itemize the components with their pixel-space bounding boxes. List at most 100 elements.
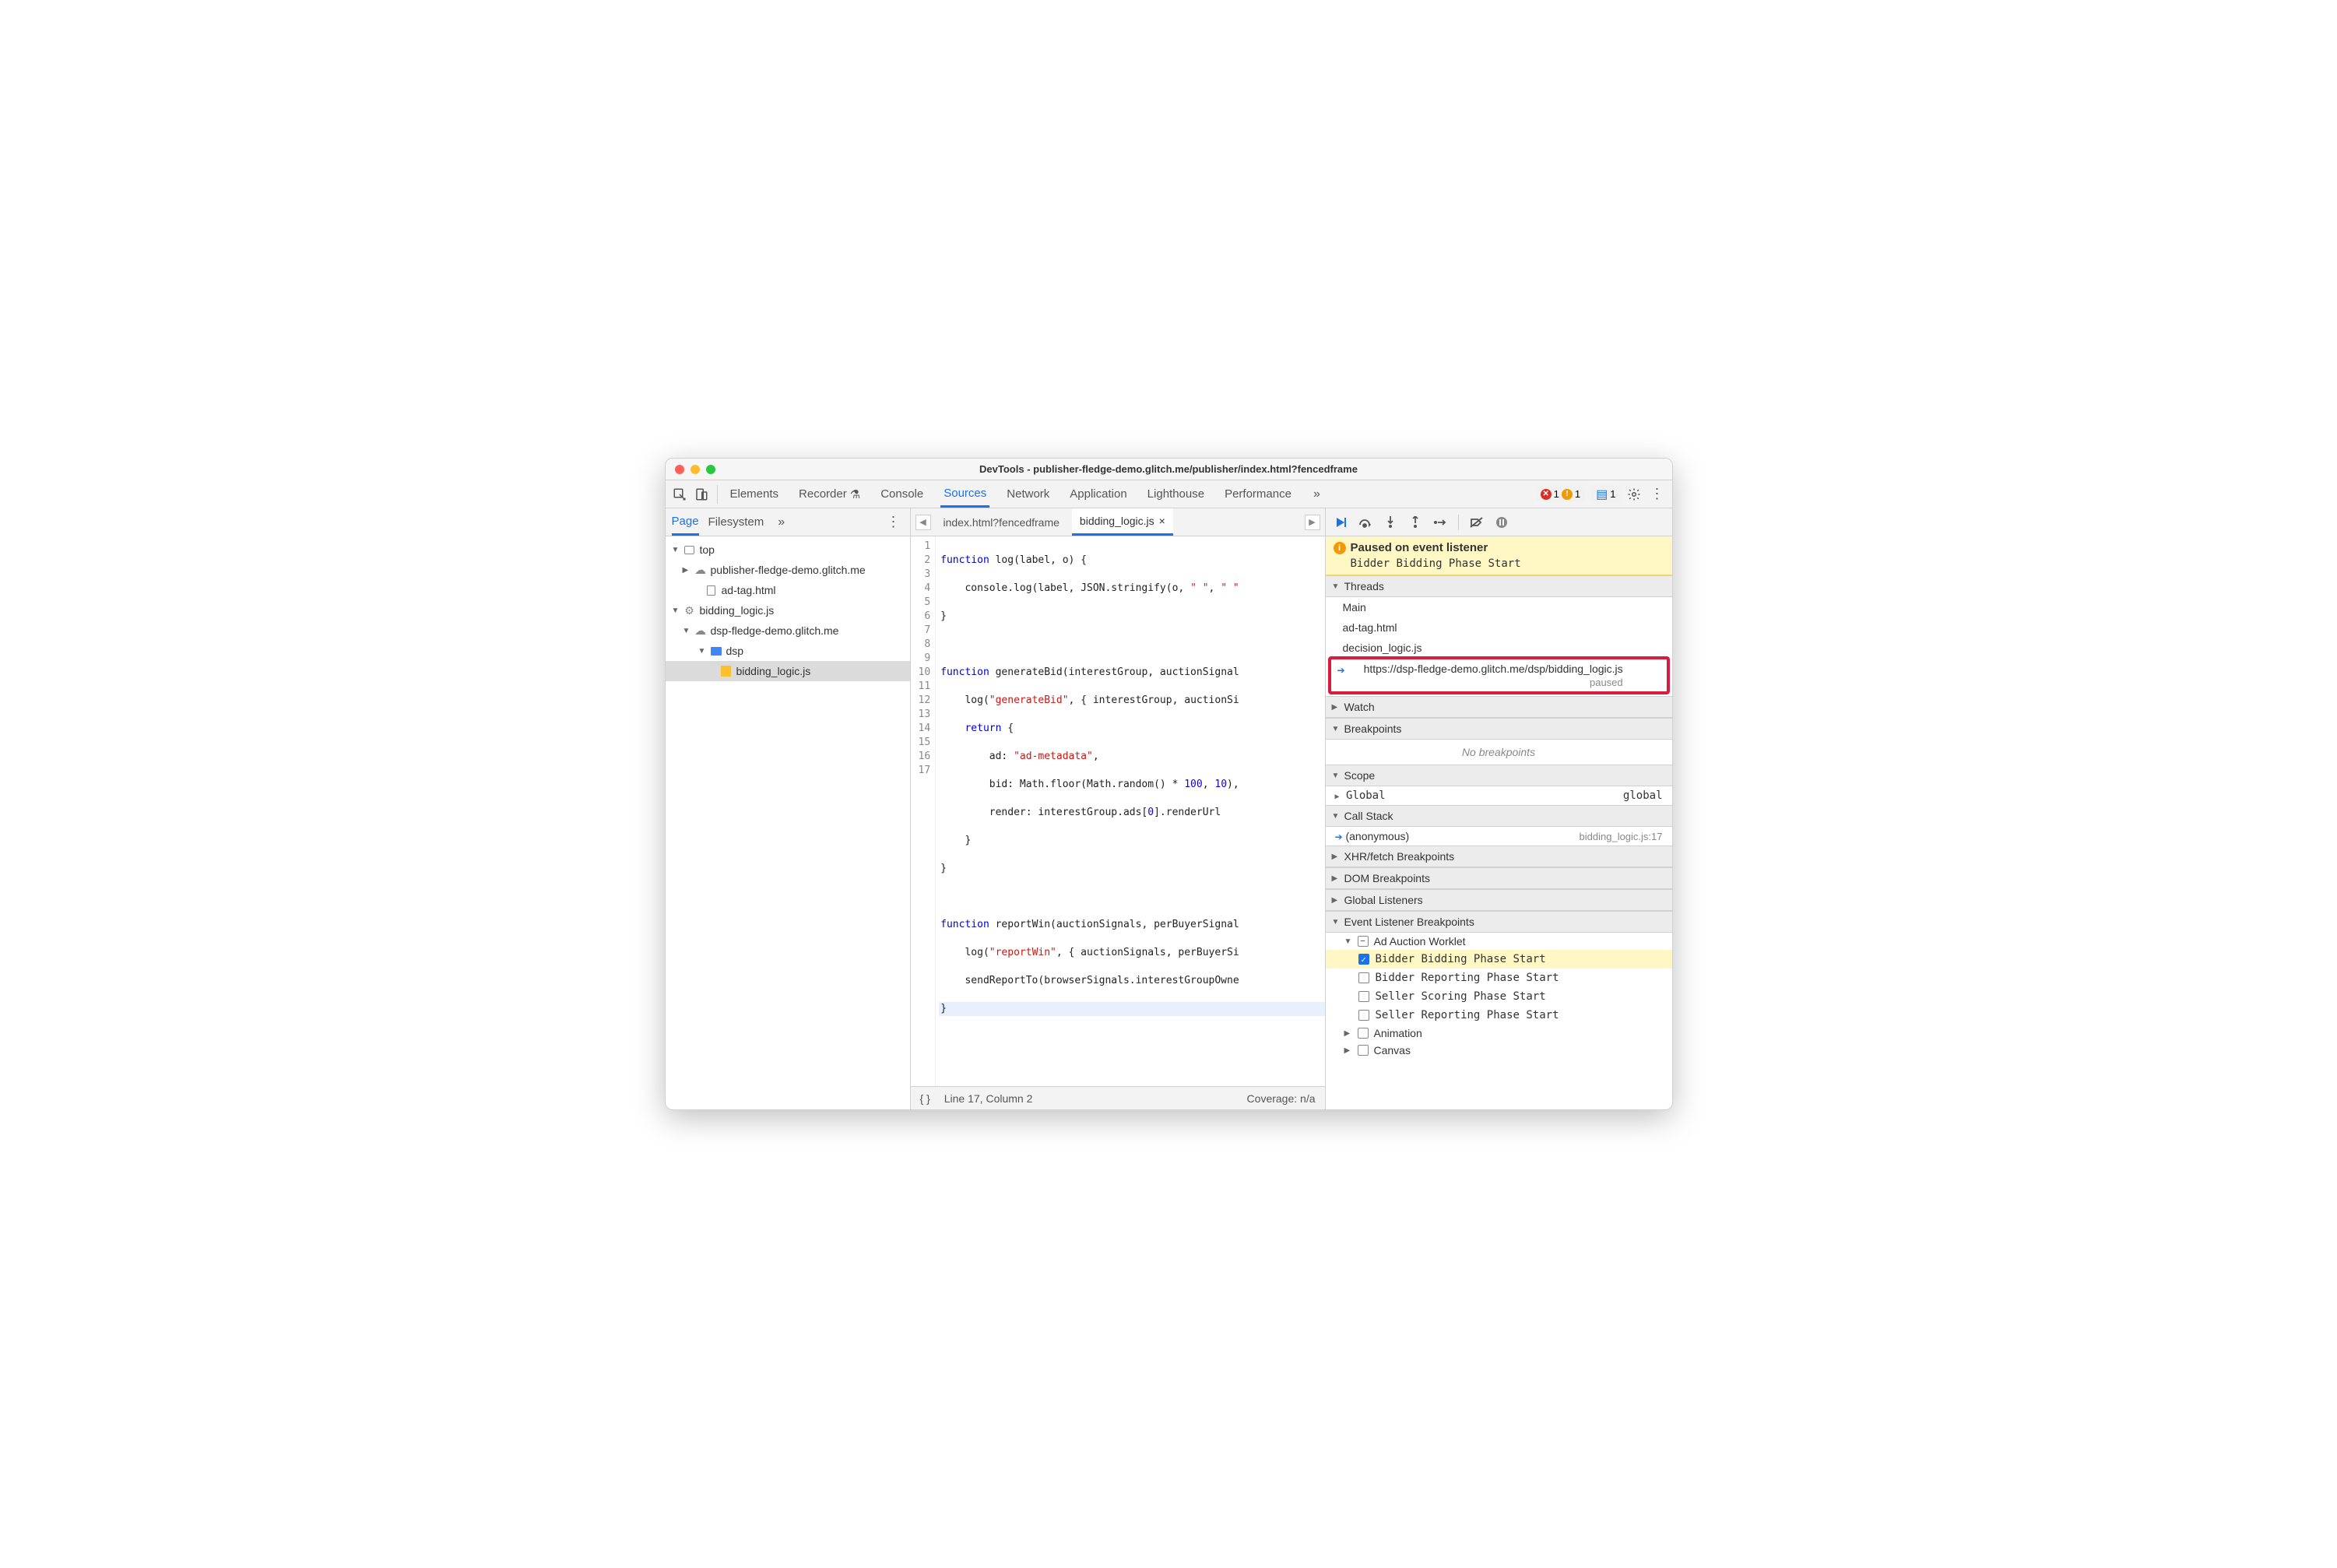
nav-forward-button[interactable]: ▶ xyxy=(1305,515,1320,530)
section-watch[interactable]: ▶Watch xyxy=(1326,696,1672,718)
tree-dsp-origin[interactable]: ▼☁dsp-fledge-demo.glitch.me xyxy=(666,621,910,641)
twisty-icon[interactable]: ▼ xyxy=(698,647,706,656)
code-editor[interactable]: 1234567891011121314151617 function log(l… xyxy=(911,536,1325,1086)
paused-reason: Bidder Bidding Phase Start xyxy=(1334,557,1664,570)
deactivate-breakpoints-button[interactable] xyxy=(1468,514,1485,531)
section-dom-breakpoints[interactable]: ▶DOM Breakpoints xyxy=(1326,867,1672,889)
twisty-icon[interactable]: ▼ xyxy=(683,627,691,635)
tab-lighthouse[interactable]: Lighthouse xyxy=(1144,480,1207,508)
chevron-down-icon: ▼ xyxy=(1344,937,1352,946)
kebab-menu-icon[interactable]: ⋮ xyxy=(1647,486,1668,502)
tree-bidding-file[interactable]: bidding_logic.js xyxy=(666,661,910,681)
navigator-tab-page[interactable]: Page xyxy=(672,508,699,536)
inspect-element-icon[interactable] xyxy=(670,485,689,504)
callstack-frame[interactable]: ➔ (anonymous) bidding_logic.js:17 xyxy=(1326,827,1672,846)
chevron-down-icon: ▼ xyxy=(1332,772,1340,780)
checkbox-checked[interactable]: ✓ xyxy=(1358,954,1369,965)
thread-bidding-active[interactable]: ➔ https://dsp-fledge-demo.glitch.me/dsp/… xyxy=(1337,663,1660,688)
flask-icon: ⚗ xyxy=(850,487,860,501)
navigator-tab-filesystem[interactable]: Filesystem xyxy=(708,508,764,536)
tree-publisher-origin[interactable]: ▶☁publisher-fledge-demo.glitch.me xyxy=(666,560,910,580)
elb-ad-auction-group[interactable]: ▼−Ad Auction Worklet xyxy=(1326,933,1672,950)
errors-badge[interactable]: ✕ 1 ! 1 xyxy=(1536,487,1585,501)
scope-global-row[interactable]: ▶ Globalglobal xyxy=(1326,786,1672,805)
thread-decision[interactable]: decision_logic.js xyxy=(1326,638,1672,658)
tab-sources[interactable]: Sources xyxy=(940,480,989,508)
more-tabs-button[interactable]: » xyxy=(1309,487,1325,501)
step-into-button[interactable] xyxy=(1382,514,1399,531)
step-out-button[interactable] xyxy=(1407,514,1424,531)
elb-bidder-reporting[interactable]: Bidder Reporting Phase Start xyxy=(1326,969,1672,987)
section-label: Breakpoints xyxy=(1344,722,1402,735)
format-icon[interactable]: { } xyxy=(920,1092,930,1105)
tab-recorder[interactable]: Recorder⚗ xyxy=(796,480,863,508)
editor-tabs: ◀ index.html?fencedframe bidding_logic.j… xyxy=(911,508,1325,536)
pause-exceptions-button[interactable] xyxy=(1493,514,1510,531)
tree-bidding-worklet[interactable]: ▼⚙bidding_logic.js xyxy=(666,600,910,621)
tab-network[interactable]: Network xyxy=(1003,480,1053,508)
chevron-down-icon: ▼ xyxy=(1332,918,1340,926)
section-breakpoints[interactable]: ▼Breakpoints xyxy=(1326,718,1672,740)
elb-group-label: Animation xyxy=(1374,1027,1422,1039)
warnings-count: 1 xyxy=(1575,488,1580,500)
pause-banner: i Paused on event listener Bidder Biddin… xyxy=(1326,536,1672,575)
twisty-icon[interactable]: ▼ xyxy=(672,546,680,554)
settings-icon[interactable] xyxy=(1627,487,1641,501)
elb-bidder-bidding[interactable]: ✓Bidder Bidding Phase Start xyxy=(1326,950,1672,969)
section-xhr-breakpoints[interactable]: ▶XHR/fetch Breakpoints xyxy=(1326,846,1672,867)
tree-adtag-file[interactable]: ▶ad-tag.html xyxy=(666,580,910,600)
navigator-tabs: Page Filesystem » ⋮ xyxy=(666,508,910,536)
elb-seller-reporting[interactable]: Seller Reporting Phase Start xyxy=(1326,1006,1672,1025)
frame-icon xyxy=(684,543,696,556)
elb-animation-group[interactable]: ▶Animation xyxy=(1326,1025,1672,1042)
tree-top-frame[interactable]: ▼top xyxy=(666,540,910,560)
elb-label: Seller Scoring Phase Start xyxy=(1376,990,1546,1003)
file-tab-bidding[interactable]: bidding_logic.js× xyxy=(1072,508,1173,536)
resume-button[interactable] xyxy=(1332,514,1349,531)
thread-adtag[interactable]: ad-tag.html xyxy=(1326,617,1672,638)
panel-body: Page Filesystem » ⋮ ▼top ▶☁publisher-fle… xyxy=(666,508,1672,1109)
step-button[interactable] xyxy=(1432,514,1449,531)
tab-performance[interactable]: Performance xyxy=(1221,480,1295,508)
section-scope[interactable]: ▼Scope xyxy=(1326,765,1672,786)
device-toolbar-icon[interactable] xyxy=(692,485,711,504)
active-arrow-icon: ➔ xyxy=(1337,665,1345,676)
navigator-more-icon[interactable]: » xyxy=(773,515,789,529)
section-threads[interactable]: ▼Threads xyxy=(1326,575,1672,597)
tree-dsp-folder[interactable]: ▼dsp xyxy=(666,641,910,661)
code-content[interactable]: function log(label, o) { console.log(lab… xyxy=(936,536,1324,1086)
section-event-listener-breakpoints[interactable]: ▼Event Listener Breakpoints xyxy=(1326,911,1672,933)
checkbox[interactable] xyxy=(1358,972,1369,983)
maximize-window-button[interactable] xyxy=(706,465,715,474)
elb-canvas-group[interactable]: ▶Canvas xyxy=(1326,1042,1672,1059)
section-global-listeners[interactable]: ▶Global Listeners xyxy=(1326,889,1672,911)
step-over-button[interactable] xyxy=(1357,514,1374,531)
paused-title: Paused on event listener xyxy=(1351,541,1488,554)
tab-elements[interactable]: Elements xyxy=(727,480,782,508)
tab-application[interactable]: Application xyxy=(1067,480,1130,508)
checkbox[interactable] xyxy=(1358,1028,1369,1039)
twisty-icon[interactable]: ▼ xyxy=(672,606,680,615)
error-icon: ✕ xyxy=(1541,489,1552,500)
checkbox[interactable] xyxy=(1358,1045,1369,1056)
checkbox[interactable] xyxy=(1358,1010,1369,1021)
editor-panel: ◀ index.html?fencedframe bidding_logic.j… xyxy=(911,508,1326,1109)
indeterminate-checkbox[interactable]: − xyxy=(1358,936,1369,947)
tab-recorder-label: Recorder xyxy=(799,487,847,501)
thread-main[interactable]: Main xyxy=(1326,597,1672,617)
close-tab-icon[interactable]: × xyxy=(1159,515,1165,527)
minimize-window-button[interactable] xyxy=(691,465,700,474)
section-callstack[interactable]: ▼Call Stack xyxy=(1326,805,1672,827)
checkbox[interactable] xyxy=(1358,991,1369,1002)
file-tab-index[interactable]: index.html?fencedframe xyxy=(936,508,1067,536)
elb-group-label: Canvas xyxy=(1374,1044,1411,1056)
elb-seller-scoring[interactable]: Seller Scoring Phase Start xyxy=(1326,987,1672,1006)
nav-back-button[interactable]: ◀ xyxy=(915,515,931,530)
tab-console[interactable]: Console xyxy=(877,480,926,508)
twisty-icon[interactable]: ▶ xyxy=(683,566,691,575)
chevron-down-icon: ▼ xyxy=(1332,812,1340,821)
navigator-menu-icon[interactable]: ⋮ xyxy=(884,514,904,530)
issues-badge[interactable]: ▤ 1 xyxy=(1591,485,1620,504)
close-window-button[interactable] xyxy=(675,465,684,474)
debugger-toolbar xyxy=(1326,508,1672,536)
